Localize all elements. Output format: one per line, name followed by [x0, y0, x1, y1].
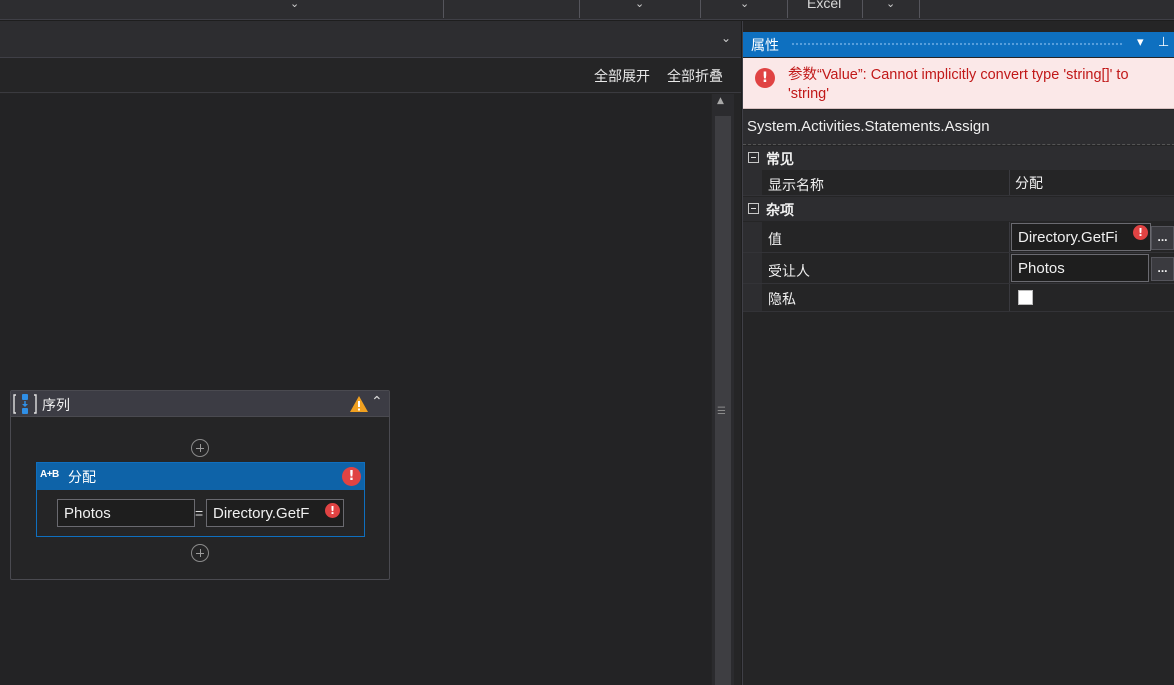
property-name: 隐私 — [768, 291, 796, 307]
assignee-expression-editor-button[interactable]: ... — [1151, 257, 1174, 281]
properties-panel: 属性 ▾ ⊥ ! 参数“Value”: Cannot implicitly co… — [742, 21, 1174, 685]
workflow-designer: ⌄ 全部展开 全部折叠 ▲ ☰ — [0, 21, 741, 685]
row-gutter — [743, 284, 762, 311]
column-divider — [1009, 222, 1010, 252]
property-name: 受让人 — [768, 263, 810, 279]
error-icon: ! — [755, 68, 775, 88]
category-misc: 杂项 — [743, 197, 1174, 221]
chevron-down-icon[interactable]: ⌄ — [886, 0, 895, 10]
property-row-assignee[interactable]: 受让人 Photos ... — [743, 253, 1174, 284]
value-input[interactable]: Directory.GetFi — [1011, 223, 1151, 251]
assign-activity[interactable]: A+B 分配 ! Photos = Directory.GetF ! — [36, 462, 365, 537]
error-icon[interactable]: ! — [325, 503, 340, 518]
column-divider — [1009, 253, 1010, 283]
assign-value-input[interactable]: Directory.GetF ! — [206, 499, 344, 527]
category-label: 杂项 — [766, 202, 794, 218]
error-banner: ! 参数“Value”: Cannot implicitly convert t… — [743, 58, 1174, 109]
row-gutter — [743, 222, 762, 252]
display-name-value[interactable]: 分配 — [1015, 173, 1043, 193]
toolbar-divider — [443, 0, 444, 18]
chevron-down-icon[interactable]: ⌄ — [740, 0, 749, 10]
scrollbar-thumb[interactable] — [715, 116, 731, 685]
collapse-all-button[interactable]: 全部折叠 — [667, 66, 723, 86]
property-row-display-name[interactable]: 显示名称 分配 — [743, 170, 1174, 196]
assign-header[interactable]: A+B 分配 ! — [37, 463, 364, 490]
assignee-input[interactable]: Photos — [1011, 254, 1149, 282]
property-row-privacy[interactable]: 隐私 — [743, 284, 1174, 312]
properties-title: 属性 — [751, 37, 779, 53]
double-chevron-up-icon[interactable]: ⌃ — [371, 394, 383, 410]
warning-icon[interactable] — [349, 395, 369, 413]
add-activity-button[interactable] — [191, 544, 209, 562]
sequence-activity[interactable]: 序列 ⌃ A+B 分配 ! Photos = Directory.GetF ! — [10, 390, 390, 580]
toolbar-divider — [862, 0, 863, 18]
row-gutter — [743, 170, 762, 195]
vertical-scrollbar[interactable]: ▲ ☰ — [712, 94, 734, 685]
activity-type-name: System.Activities.Statements.Assign — [747, 118, 990, 135]
activity-type-bar: System.Activities.Statements.Assign — [743, 110, 1174, 145]
collapse-toggle-icon[interactable] — [748, 152, 759, 163]
error-icon[interactable]: ! — [1133, 225, 1148, 240]
chevron-down-icon[interactable]: ▾ — [1137, 35, 1144, 50]
expand-all-button[interactable]: 全部展开 — [594, 66, 650, 86]
chevron-down-icon[interactable]: ⌄ — [290, 0, 299, 10]
error-icon[interactable]: ! — [342, 467, 361, 486]
sequence-title: 序列 — [42, 397, 70, 413]
collapse-toggle-icon[interactable] — [748, 203, 759, 214]
sequence-header[interactable]: 序列 ⌃ — [11, 391, 389, 417]
excel-menu[interactable]: Excel — [807, 0, 841, 11]
chevron-down-icon[interactable]: ⌄ — [635, 0, 644, 10]
toolbar-divider — [579, 0, 580, 18]
value-input-text: Directory.GetFi — [1018, 229, 1118, 246]
sequence-icon — [13, 394, 37, 414]
chevron-down-icon[interactable]: ⌄ — [721, 31, 731, 45]
designer-tab-row: ⌄ — [0, 21, 741, 58]
toolbar-divider — [919, 0, 920, 18]
column-divider — [1009, 170, 1010, 195]
top-toolbar: ⌄ ⌄ ⌄ Excel ⌄ — [0, 0, 1174, 20]
privacy-checkbox[interactable] — [1018, 290, 1033, 305]
equals-sign: = — [195, 505, 204, 521]
pin-icon[interactable]: ⊥ — [1158, 35, 1169, 50]
assign-to-input[interactable]: Photos — [57, 499, 195, 527]
category-common: 常见 — [743, 146, 1174, 170]
toolbar-divider — [787, 0, 788, 18]
assign-value-text: Directory.GetF — [213, 505, 310, 522]
toolbar-divider — [700, 0, 701, 18]
property-name: 值 — [768, 231, 782, 247]
error-message: 参数“Value”: Cannot implicitly convert typ… — [788, 67, 1129, 102]
row-gutter — [743, 253, 762, 283]
properties-title-bar[interactable]: 属性 ▾ ⊥ — [743, 32, 1174, 57]
add-activity-button[interactable] — [191, 439, 209, 457]
property-row-value[interactable]: 值 Directory.GetFi ! ... — [743, 222, 1174, 253]
property-name: 显示名称 — [768, 177, 824, 193]
value-expression-editor-button[interactable]: ... — [1151, 226, 1174, 250]
designer-header: 全部展开 全部折叠 — [0, 59, 741, 93]
assign-icon: A+B — [40, 469, 59, 480]
title-grip — [791, 42, 1124, 47]
assign-title: 分配 — [68, 469, 96, 485]
scroll-up-icon[interactable]: ▲ — [717, 96, 724, 106]
column-divider — [1009, 284, 1010, 311]
category-label: 常见 — [766, 151, 794, 167]
grip-icon: ☰ — [717, 406, 726, 417]
